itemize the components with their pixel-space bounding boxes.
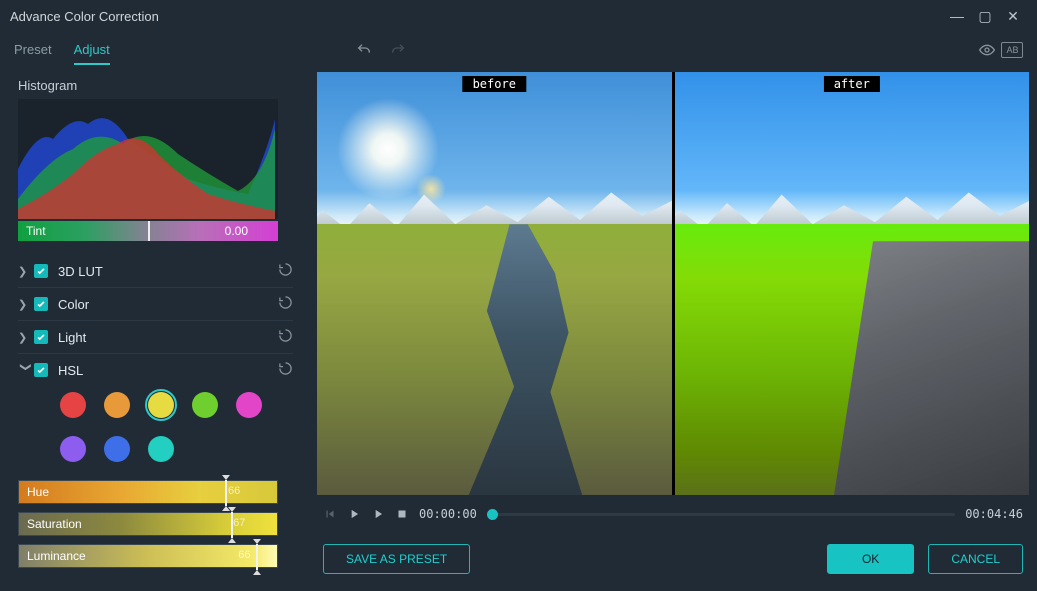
after-label: after <box>824 76 880 92</box>
chevron-right-icon: ❯ <box>18 331 34 344</box>
sidebar: Histogram Tint 0.00 ❯ 3D LUT ❯ Color <box>0 68 303 591</box>
cancel-button[interactable]: CANCEL <box>928 544 1023 574</box>
undo-button[interactable] <box>350 36 378 64</box>
saturation-handle[interactable] <box>231 512 233 538</box>
tint-slider[interactable]: Tint 0.00 <box>18 221 278 241</box>
step-back-button[interactable] <box>323 507 337 521</box>
reset-icon[interactable] <box>278 361 293 379</box>
swatch-5[interactable] <box>60 436 86 462</box>
toolbar: Preset Adjust A B <box>0 32 1037 68</box>
window-title: Advance Color Correction <box>10 9 159 24</box>
checkbox-color[interactable] <box>34 297 48 311</box>
luminance-slider[interactable]: Luminance 66 <box>18 544 278 568</box>
play-button[interactable] <box>347 507 361 521</box>
panel-3dlut[interactable]: ❯ 3D LUT <box>18 255 293 287</box>
swatch-2[interactable] <box>148 392 174 418</box>
chevron-right-icon: ❯ <box>18 298 34 311</box>
redo-button[interactable] <box>384 36 412 64</box>
saturation-slider[interactable]: Saturation 67 <box>18 512 278 536</box>
tint-value: 0.00 <box>225 224 248 238</box>
tint-label: Tint <box>26 224 46 238</box>
panel-light[interactable]: ❯ Light <box>18 321 293 353</box>
checkbox-light[interactable] <box>34 330 48 344</box>
tab-adjust[interactable]: Adjust <box>74 36 110 65</box>
panel-vignette[interactable]: ❯ Vignette <box>18 584 293 591</box>
checkbox-3dlut[interactable] <box>34 264 48 278</box>
preview-compare[interactable]: before after <box>317 72 1029 495</box>
chevron-down-icon: ❯ <box>20 362 33 378</box>
preview-visibility-icon[interactable] <box>973 36 1001 64</box>
current-time: 00:00:00 <box>419 507 477 521</box>
hue-slider[interactable]: Hue 66 <box>18 480 278 504</box>
swatch-4[interactable] <box>236 392 262 418</box>
playhead[interactable] <box>487 509 498 520</box>
checkbox-hsl[interactable] <box>34 363 48 377</box>
histogram <box>18 99 278 219</box>
timeline-track[interactable] <box>487 513 955 516</box>
histogram-label: Histogram <box>18 78 293 93</box>
preview-before: before <box>317 72 672 495</box>
swatch-7[interactable] <box>148 436 174 462</box>
minimize-button[interactable]: — <box>943 8 971 24</box>
hsl-swatches <box>18 386 278 472</box>
swatch-1[interactable] <box>104 392 130 418</box>
play-forward-button[interactable] <box>371 507 385 521</box>
close-button[interactable]: ✕ <box>999 8 1027 25</box>
preview-after: after <box>675 72 1030 495</box>
swatch-0[interactable] <box>60 392 86 418</box>
tint-handle[interactable] <box>148 221 150 241</box>
reset-icon[interactable] <box>278 262 293 280</box>
ok-button[interactable]: OK <box>827 544 914 574</box>
hue-handle[interactable] <box>225 480 227 506</box>
swatch-6[interactable] <box>104 436 130 462</box>
luminance-handle[interactable] <box>256 544 258 570</box>
titlebar: Advance Color Correction — ▢ ✕ <box>0 0 1037 32</box>
maximize-button[interactable]: ▢ <box>971 8 999 25</box>
transport: 00:00:00 00:04:46 <box>317 495 1029 533</box>
tab-preset[interactable]: Preset <box>14 36 52 65</box>
save-preset-button[interactable]: SAVE AS PRESET <box>323 544 470 574</box>
reset-icon[interactable] <box>278 328 293 346</box>
stop-button[interactable] <box>395 507 409 521</box>
swatch-3[interactable] <box>192 392 218 418</box>
compare-toggle-icon[interactable]: A B <box>1001 42 1023 58</box>
chevron-right-icon: ❯ <box>18 265 34 278</box>
panel-hsl[interactable]: ❯ HSL <box>18 354 293 386</box>
reset-icon[interactable] <box>278 295 293 313</box>
duration-time: 00:04:46 <box>965 507 1023 521</box>
before-label: before <box>463 76 526 92</box>
panel-color[interactable]: ❯ Color <box>18 288 293 320</box>
